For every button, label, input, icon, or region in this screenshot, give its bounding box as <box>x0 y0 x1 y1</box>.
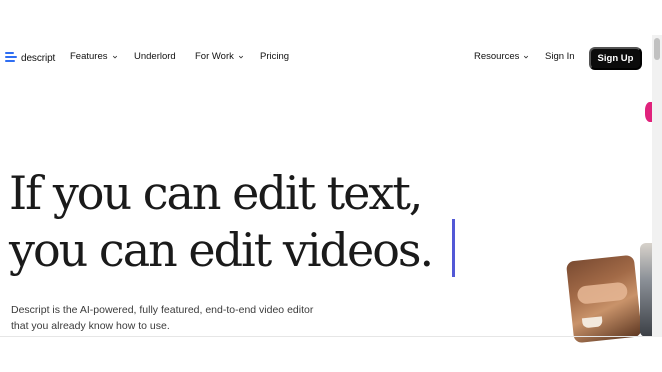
nav-underlord-label: Underlord <box>134 51 176 62</box>
nav-pricing-label: Pricing <box>260 51 290 62</box>
nav-features-label: Features <box>70 51 108 62</box>
chevron-down-icon <box>112 55 117 58</box>
hero-subheading: Descript is the AI-powered, fully featur… <box>11 302 351 334</box>
subheading-line-2: that you already know how to use. <box>11 320 170 332</box>
nav-pricing[interactable]: Pricing <box>260 51 289 62</box>
headline-line-2: you can edit videos. <box>9 223 434 277</box>
nav-resources[interactable]: Resources <box>474 51 529 62</box>
nav-underlord[interactable]: Underlord <box>134 51 176 62</box>
text-cursor <box>452 219 455 277</box>
video-thumbnail-card <box>565 254 643 344</box>
scrollbar-track[interactable] <box>652 35 662 337</box>
top-blank-area <box>0 0 662 35</box>
nav-resources-label: Resources <box>474 51 520 62</box>
nav-for-work[interactable]: For Work <box>195 51 244 62</box>
hero-headline: If you can edit text, you can edit video… <box>9 165 434 279</box>
scrollbar-thumb[interactable] <box>654 38 660 60</box>
divider <box>0 336 652 337</box>
descript-logo-icon <box>5 51 17 65</box>
headline-line-1: If you can edit text, <box>9 166 423 220</box>
sign-up-button[interactable]: Sign Up <box>589 47 642 70</box>
descript-logo[interactable]: descript <box>5 51 55 65</box>
subheading-line-1: Descript is the AI-powered, fully featur… <box>11 304 314 316</box>
sign-in-link[interactable]: Sign In <box>545 51 575 62</box>
chevron-down-icon <box>238 55 243 58</box>
main-navigation: descript Features Underlord For Work Pri… <box>0 35 652 83</box>
logo-text: descript <box>21 52 56 64</box>
chevron-down-icon <box>524 55 529 58</box>
nav-features[interactable]: Features <box>70 51 118 62</box>
nav-for-work-label: For Work <box>195 51 234 62</box>
